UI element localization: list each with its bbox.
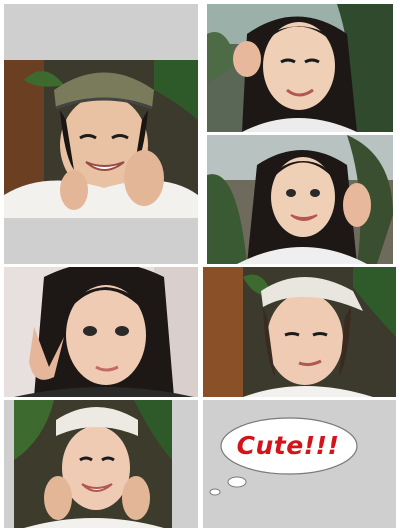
panel-top-right-1	[207, 4, 393, 132]
speech-bubble-text: Cute!!!	[236, 431, 340, 460]
panel-middle-left	[4, 267, 198, 397]
photo-girl-waving	[207, 135, 393, 264]
panel-middle-right	[203, 267, 396, 397]
photo-girl-cap-smirk	[203, 267, 396, 397]
photo-girl-cap-hands-on-cheeks	[14, 400, 172, 528]
panel-bottom-left	[4, 400, 198, 528]
speech-bubble-shape	[209, 417, 358, 496]
photo-girl-cap-smiling	[4, 60, 198, 218]
panel-top-left	[4, 4, 198, 264]
photo-girl-hand-on-cheek	[207, 4, 393, 132]
photo-girl-peace-sign	[4, 267, 198, 397]
panel-bottom-right	[203, 400, 396, 528]
panel-top-right-2	[207, 135, 393, 264]
